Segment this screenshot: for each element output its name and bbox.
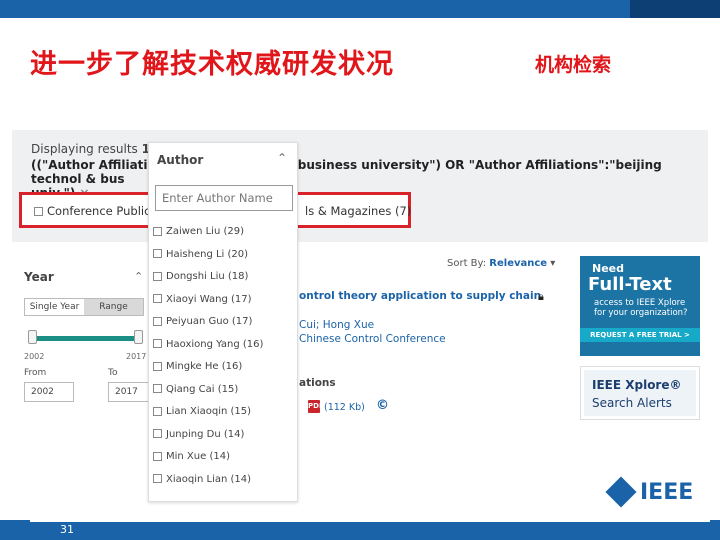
year-filter-panel: Year ⌃ Single Year Range 2002 2017 From … xyxy=(18,264,158,414)
filter-journals-magazines[interactable]: ls & Magazines (7) xyxy=(305,204,411,218)
slide-subtitle: 机构检索 xyxy=(535,54,612,76)
from-label: From xyxy=(24,368,47,378)
checkbox-icon[interactable] xyxy=(153,316,162,326)
chevron-up-icon[interactable]: ⌃ xyxy=(134,270,143,283)
publications-heading: ations xyxy=(299,377,336,389)
tab-single-year[interactable]: Single Year xyxy=(25,299,84,315)
search-alerts-ad[interactable]: IEEE Xplore® Search Alerts xyxy=(580,366,700,420)
search-alerts-ad-inner: IEEE Xplore® Search Alerts xyxy=(584,370,696,416)
footer-divider xyxy=(30,520,710,522)
author-filter-panel: Author ⌃ Enter Author Name Zaiwen Liu (2… xyxy=(148,142,298,502)
ad-alerts-brand: IEEE Xplore® xyxy=(592,378,682,392)
year-max-label: 2017 xyxy=(126,352,147,361)
ieee-search-screenshot: Displaying results 1-2 (("Author Affilia… xyxy=(12,130,708,502)
full-text-ad[interactable]: Need Full-Text access to IEEE Xplore for … xyxy=(580,256,700,356)
ieee-logo: IEEE xyxy=(605,476,694,508)
checkbox-icon[interactable] xyxy=(153,294,162,303)
year-slider-max-handle[interactable] xyxy=(134,330,143,344)
checkbox-icon[interactable] xyxy=(153,451,162,461)
pdf-size-link[interactable]: (112 Kb) xyxy=(324,402,365,413)
list-item[interactable]: Lian Xiaoqin (15) xyxy=(153,405,297,428)
to-label: To xyxy=(108,368,118,378)
ieee-diamond-icon xyxy=(605,476,637,508)
list-item[interactable]: Haisheng Li (20) xyxy=(153,248,297,271)
slide-title: 进一步了解技术权威研发状况 xyxy=(30,49,394,80)
filter-conference-publications[interactable]: Conference Publica xyxy=(34,204,157,218)
list-item[interactable]: Qiang Cai (15) xyxy=(153,383,297,406)
checkbox-icon[interactable] xyxy=(34,207,43,216)
request-free-trial-button[interactable]: REQUEST A FREE TRIAL > xyxy=(580,328,700,342)
list-item[interactable]: Mingke He (16) xyxy=(153,360,297,383)
lock-icon: 🔒︎ xyxy=(538,290,544,303)
author-name-input[interactable]: Enter Author Name xyxy=(155,185,293,211)
checkbox-icon[interactable] xyxy=(153,384,162,393)
list-item[interactable]: Zaiwen Liu (29) xyxy=(153,225,297,248)
checkbox-icon[interactable] xyxy=(153,361,162,371)
result-title-link[interactable]: ontrol theory application to supply chai… xyxy=(299,290,541,302)
author-filter-title: Author xyxy=(157,153,204,167)
year-slider-track[interactable] xyxy=(32,336,138,341)
sort-control[interactable]: Sort By: Relevance ▾ xyxy=(447,258,555,269)
result-authors[interactable]: Cui; Hong Xue xyxy=(299,319,374,331)
checkbox-icon[interactable] xyxy=(153,226,162,236)
year-filter-title: Year xyxy=(24,270,54,284)
page-number: 31 xyxy=(60,523,74,536)
list-item[interactable]: Junping Du (14) xyxy=(153,428,297,451)
list-item[interactable]: Haoxiong Yang (16) xyxy=(153,338,297,361)
from-year-input[interactable]: 2002 xyxy=(24,382,74,402)
chevron-up-icon[interactable]: ⌃ xyxy=(277,151,287,165)
list-item[interactable]: Min Xue (14) xyxy=(153,450,297,473)
year-mode-tabs: Single Year Range xyxy=(24,298,144,316)
pdf-icon[interactable]: PDF xyxy=(308,400,324,413)
top-bar-accent xyxy=(630,0,720,18)
ad-full-text-heading: Full-Text xyxy=(588,274,672,295)
author-list: Zaiwen Liu (29) Haisheng Li (20) Dongshi… xyxy=(153,225,297,495)
ieee-logo-text: IEEE xyxy=(640,479,694,505)
ad-access-text: access to IEEE Xplore for your organizati… xyxy=(594,298,688,318)
footer-bar xyxy=(0,520,720,540)
checkbox-icon[interactable] xyxy=(153,474,162,483)
list-item[interactable]: Xiaoqin Lian (14) xyxy=(153,473,297,496)
ad-alerts-title: Search Alerts xyxy=(592,396,672,410)
copyright-icon[interactable]: © xyxy=(376,398,389,413)
results-count: Displaying results 1-2 xyxy=(31,142,163,156)
checkbox-icon[interactable] xyxy=(153,406,162,416)
top-bar xyxy=(0,0,720,18)
year-slider-min-handle[interactable] xyxy=(28,330,37,344)
list-item[interactable]: Peiyuan Guo (17) xyxy=(153,315,297,338)
checkbox-icon[interactable] xyxy=(153,339,162,348)
tab-range[interactable]: Range xyxy=(84,299,143,315)
checkbox-icon[interactable] xyxy=(153,429,162,438)
checkbox-icon[interactable] xyxy=(153,249,162,258)
checkbox-icon[interactable] xyxy=(153,271,162,281)
caret-down-icon: ▾ xyxy=(550,258,556,269)
year-min-label: 2002 xyxy=(24,352,45,361)
result-conference-link[interactable]: Chinese Control Conference xyxy=(299,333,446,345)
list-item[interactable]: Xiaoyi Wang (17) xyxy=(153,293,297,316)
list-item[interactable]: Dongshi Liu (18) xyxy=(153,270,297,293)
